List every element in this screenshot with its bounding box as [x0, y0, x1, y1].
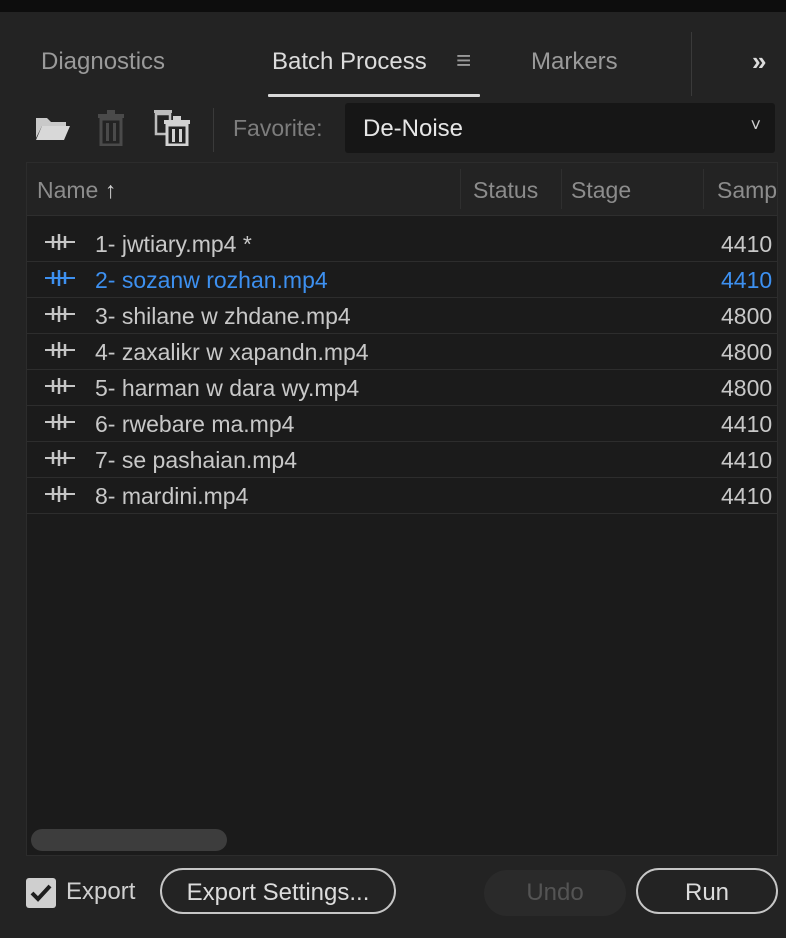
open-folder-icon[interactable] — [34, 112, 72, 147]
file-name: 1- jwtiary.mp4 * — [95, 231, 252, 257]
sample-rate: 4410 — [721, 411, 773, 437]
table-row[interactable]: 3- shilane w zhdane.mp4 4800 — [27, 297, 777, 334]
table-row[interactable]: 4- zaxalikr w xapandn.mp4 4800 — [27, 333, 777, 370]
export-checkbox[interactable] — [26, 878, 56, 908]
column-header-status[interactable]: Status — [473, 177, 538, 204]
undo-button[interactable]: Undo — [484, 870, 626, 916]
table-row[interactable]: 1- jwtiary.mp4 * 4410 — [27, 225, 777, 262]
export-label[interactable]: Export — [66, 878, 135, 906]
sample-rate: 4800 — [721, 339, 773, 365]
chevron-down-icon: ˅ — [750, 115, 761, 135]
trash-icon[interactable] — [96, 110, 126, 151]
column-header-name[interactable]: Name ↑ — [37, 177, 116, 204]
toolbar-divider — [213, 108, 214, 152]
column-divider — [460, 169, 461, 209]
file-list[interactable]: Name ↑ Status Stage Samp 1- jwtiary.mp4 … — [26, 162, 778, 856]
table-row[interactable]: 5- harman w dara wy.mp4 4800 — [27, 369, 777, 406]
tab-bar: Diagnostics Batch Process ≡ Markers » — [0, 12, 786, 97]
hamburger-menu-icon[interactable]: ≡ — [456, 46, 471, 74]
sample-rate: 4410 — [721, 483, 773, 509]
trash-all-icon[interactable] — [152, 108, 192, 151]
file-name: 3- shilane w zhdane.mp4 — [95, 303, 351, 329]
favorite-value: De-Noise — [363, 115, 464, 142]
file-name: 2- sozanw rozhan.mp4 — [95, 267, 328, 293]
waveform-icon — [45, 304, 75, 330]
table-row-selected[interactable]: 2- sozanw rozhan.mp4 4410 — [27, 261, 777, 298]
table-row[interactable]: 8- mardini.mp4 4410 — [27, 477, 777, 514]
file-name: 6- rwebare ma.mp4 — [95, 411, 295, 437]
sample-rate: 4410 — [721, 267, 773, 293]
list-header: Name ↑ Status Stage Samp — [27, 163, 777, 216]
waveform-icon — [45, 340, 75, 366]
sample-rate: 4410 — [721, 231, 773, 257]
waveform-icon — [45, 268, 75, 294]
tab-divider — [691, 32, 692, 96]
tab-markers[interactable]: Markers — [531, 48, 618, 76]
toolbar: Favorite: De-Noise ˅ — [0, 98, 786, 160]
waveform-icon — [45, 448, 75, 474]
file-name: 4- zaxalikr w xapandn.mp4 — [95, 339, 369, 365]
top-strip — [0, 0, 786, 12]
favorite-dropdown[interactable]: De-Noise ˅ — [345, 103, 775, 153]
sample-rate: 4410 — [721, 447, 773, 473]
run-button[interactable]: Run — [636, 868, 778, 914]
sample-rate: 4800 — [721, 375, 773, 401]
favorite-label: Favorite: — [233, 115, 323, 141]
table-row[interactable]: 6- rwebare ma.mp4 4410 — [27, 405, 777, 442]
column-name-label: Name — [37, 177, 99, 203]
active-tab-underline — [268, 94, 480, 97]
column-header-stage[interactable]: Stage — [571, 177, 631, 204]
waveform-icon — [45, 232, 75, 258]
file-name: 8- mardini.mp4 — [95, 483, 249, 509]
sample-rate: 4800 — [721, 303, 773, 329]
file-name: 5- harman w dara wy.mp4 — [95, 375, 360, 401]
table-row[interactable]: 7- se pashaian.mp4 4410 — [27, 441, 777, 478]
checkmark-icon — [30, 884, 52, 902]
tab-diagnostics[interactable]: Diagnostics — [41, 48, 165, 76]
horizontal-scrollbar[interactable] — [31, 829, 227, 851]
column-header-sample-rate[interactable]: Samp — [717, 177, 777, 204]
footer-bar: Export Export Settings... Undo Run — [0, 862, 786, 938]
file-name: 7- se pashaian.mp4 — [95, 447, 298, 473]
column-divider — [703, 169, 704, 209]
tab-batch-process[interactable]: Batch Process — [272, 48, 427, 76]
waveform-icon — [45, 376, 75, 402]
waveform-icon — [45, 412, 75, 438]
column-divider — [561, 169, 562, 209]
export-settings-button[interactable]: Export Settings... — [160, 868, 396, 914]
sort-arrow-icon: ↑ — [104, 177, 117, 203]
double-chevron-icon[interactable]: » — [752, 46, 767, 77]
waveform-icon — [45, 484, 75, 510]
